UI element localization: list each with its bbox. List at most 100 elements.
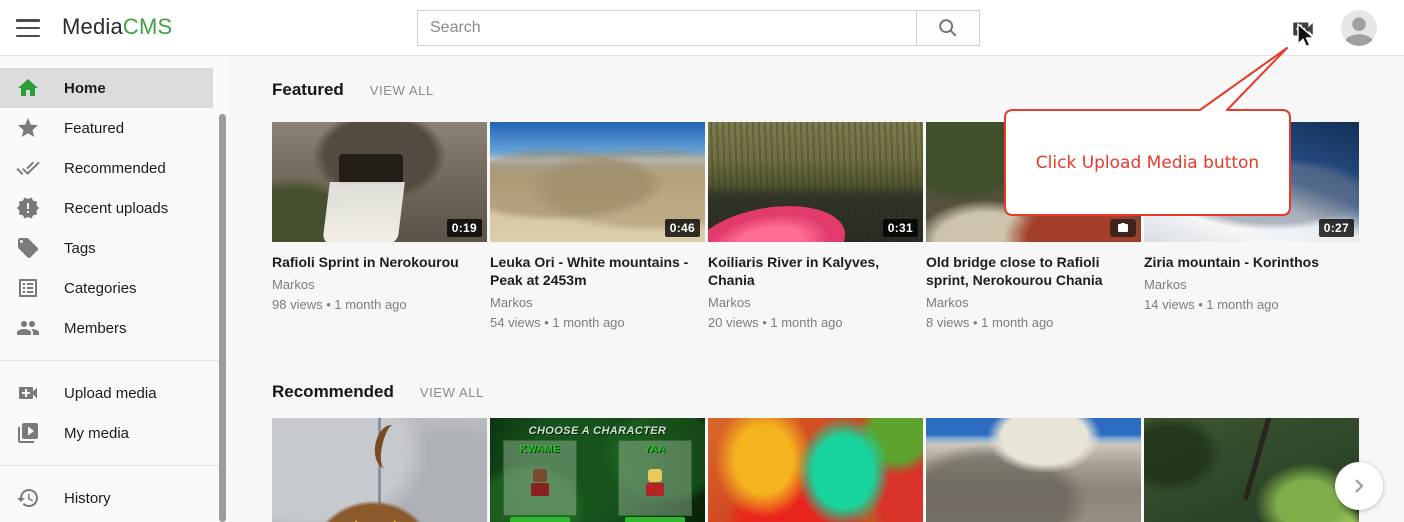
thumb-art bbox=[370, 422, 408, 471]
view-all-link[interactable]: VIEW ALL bbox=[420, 385, 484, 400]
media-title[interactable]: Koiliaris River in Kalyves, Chania bbox=[708, 253, 923, 289]
video-thumbnail[interactable] bbox=[1144, 418, 1359, 522]
members-icon bbox=[16, 316, 40, 340]
logo-cms: CMS bbox=[123, 14, 173, 39]
thumb-art bbox=[531, 483, 549, 496]
character-name: YAA bbox=[619, 444, 691, 455]
video-thumbnail[interactable] bbox=[272, 418, 487, 522]
video-thumbnail[interactable]: 0:19 bbox=[272, 122, 487, 242]
thumb-art bbox=[533, 469, 547, 482]
media-card: 0:31 Koiliaris River in Kalyves, Chania … bbox=[708, 122, 923, 331]
duration-badge: 0:27 bbox=[1319, 219, 1354, 237]
duration-badge: 0:46 bbox=[665, 219, 700, 237]
recommended-section: Recommended VIEW ALL CHOOSE A CHARACTER bbox=[272, 382, 1362, 522]
media-title[interactable]: Leuka Ori - White mountains - Peak at 24… bbox=[490, 253, 705, 289]
thumb-art bbox=[339, 154, 404, 184]
sidebar-item-members[interactable]: Members bbox=[0, 308, 213, 348]
menu-line bbox=[16, 35, 40, 38]
user-avatar[interactable] bbox=[1341, 10, 1377, 46]
sidebar-scrollbar[interactable] bbox=[219, 114, 226, 522]
media-meta: 20 views • 1 month ago bbox=[708, 314, 923, 331]
thumb-art bbox=[648, 469, 662, 482]
topbar: MediaCMS bbox=[0, 0, 1404, 56]
sidebar-item-label: Upload media bbox=[64, 385, 157, 402]
categories-icon bbox=[16, 276, 40, 300]
sidebar-item-home[interactable]: Home bbox=[0, 68, 213, 108]
recommended-cards-row: CHOOSE A CHARACTER KWAME Selected YAA Se… bbox=[272, 418, 1362, 522]
media-author[interactable]: Markos bbox=[926, 294, 1141, 311]
upload-media-button[interactable] bbox=[1290, 16, 1316, 42]
game-screen-title: CHOOSE A CHARACTER bbox=[490, 425, 705, 437]
thumb-art bbox=[322, 182, 405, 242]
search-icon bbox=[937, 17, 959, 39]
character-select-button: Selected bbox=[510, 517, 570, 522]
search-button[interactable] bbox=[916, 10, 980, 46]
media-card bbox=[272, 418, 487, 522]
character-sprite bbox=[531, 469, 549, 501]
video-thumbnail[interactable] bbox=[926, 418, 1141, 522]
sidebar-item-history[interactable]: History bbox=[0, 478, 213, 518]
media-author[interactable]: Markos bbox=[708, 294, 923, 311]
search-bar bbox=[417, 10, 980, 46]
star-icon bbox=[16, 116, 40, 140]
media-author[interactable]: Markos bbox=[1144, 276, 1359, 293]
sidebar-item-label: My media bbox=[64, 425, 129, 442]
sidebar-item-label: Recent uploads bbox=[64, 200, 168, 217]
section-title: Recommended bbox=[272, 382, 394, 402]
media-card: CHOOSE A CHARACTER KWAME Selected YAA Se… bbox=[490, 418, 705, 522]
sidebar-item-tags[interactable]: Tags bbox=[0, 228, 213, 268]
photo-type-badge bbox=[1110, 219, 1136, 237]
sidebar-group-media: Upload media My media bbox=[0, 361, 228, 453]
video-thumbnail[interactable]: 0:31 bbox=[708, 122, 923, 242]
media-meta: 54 views • 1 month ago bbox=[490, 314, 705, 331]
logo[interactable]: MediaCMS bbox=[62, 14, 172, 40]
media-title[interactable]: Old bridge close to Rafioli sprint, Nero… bbox=[926, 253, 1141, 289]
sidebar-item-recommended[interactable]: Recommended bbox=[0, 148, 213, 188]
photo-camera-icon bbox=[1117, 222, 1129, 234]
sidebar-item-label: Featured bbox=[64, 120, 124, 137]
carousel-next-button[interactable] bbox=[1335, 462, 1383, 510]
menu-icon[interactable] bbox=[16, 17, 40, 39]
media-card: 0:46 Leuka Ori - White mountains - Peak … bbox=[490, 122, 705, 331]
logo-media: Media bbox=[62, 14, 123, 39]
sidebar-item-featured[interactable]: Featured bbox=[0, 108, 213, 148]
mediacms-page: MediaCMS Home bbox=[0, 0, 1404, 522]
sidebar-item-label: Members bbox=[64, 320, 127, 337]
media-meta: 14 views • 1 month ago bbox=[1144, 296, 1359, 313]
sidebar-item-label: Tags bbox=[64, 240, 96, 257]
thumb-art bbox=[708, 196, 851, 242]
sidebar-item-label: Home bbox=[64, 80, 106, 97]
thumb-art bbox=[1243, 418, 1274, 501]
new-releases-icon bbox=[16, 196, 40, 220]
video-thumbnail[interactable] bbox=[708, 418, 923, 522]
my-media-icon bbox=[16, 421, 40, 445]
media-author[interactable]: Markos bbox=[272, 276, 487, 293]
media-card: 0:19 Rafioli Sprint in Nerokourou Markos… bbox=[272, 122, 487, 331]
media-meta: 98 views • 1 month ago bbox=[272, 296, 487, 313]
media-author[interactable]: Markos bbox=[490, 294, 705, 311]
sidebar-item-upload-media[interactable]: Upload media bbox=[0, 373, 213, 413]
character-sprite bbox=[646, 469, 664, 501]
search-input[interactable] bbox=[417, 10, 917, 46]
sidebar-item-my-media[interactable]: My media bbox=[0, 413, 213, 453]
section-title: Featured bbox=[272, 80, 344, 100]
sidebar-group-history: History bbox=[0, 466, 228, 518]
view-all-link[interactable]: VIEW ALL bbox=[370, 83, 434, 98]
media-title[interactable]: Ziria mountain - Korinthos bbox=[1144, 253, 1359, 271]
video-thumbnail[interactable]: CHOOSE A CHARACTER KWAME Selected YAA Se… bbox=[490, 418, 705, 522]
menu-line bbox=[16, 19, 40, 22]
sidebar-item-categories[interactable]: Categories bbox=[0, 268, 213, 308]
history-icon bbox=[16, 486, 40, 510]
media-card bbox=[708, 418, 923, 522]
sidebar-item-recent-uploads[interactable]: Recent uploads bbox=[0, 188, 213, 228]
character-panel: YAA Select bbox=[618, 440, 692, 516]
sidebar: Home Featured Recommended Recent uploads… bbox=[0, 56, 228, 522]
video-thumbnail[interactable]: 0:46 bbox=[490, 122, 705, 242]
thumb-art bbox=[646, 483, 664, 496]
upload-media-icon bbox=[16, 381, 40, 405]
home-icon bbox=[16, 76, 40, 100]
media-title[interactable]: Rafioli Sprint in Nerokourou bbox=[272, 253, 487, 271]
annotation-label: Click Upload Media button bbox=[1005, 110, 1290, 215]
sidebar-item-label: Categories bbox=[64, 280, 137, 297]
person-icon bbox=[1341, 13, 1377, 46]
